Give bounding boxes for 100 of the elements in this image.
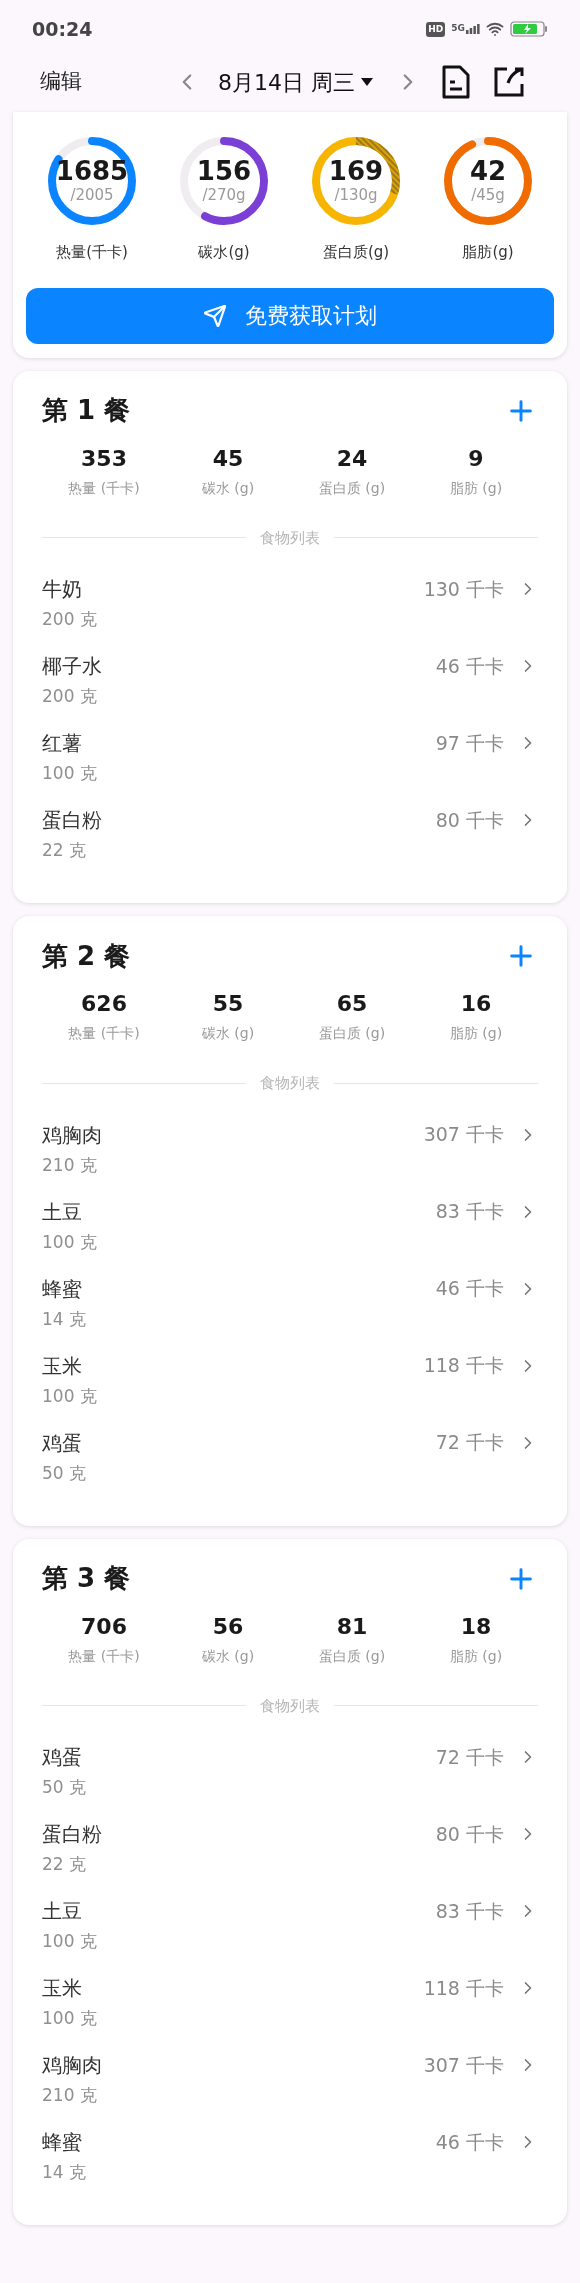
food-row[interactable]: 土豆 100 克 83 千卡 [42, 1891, 538, 1968]
food-name: 土豆 [42, 1898, 83, 1925]
food-amount: 200 克 [42, 608, 97, 631]
caret-icon [361, 78, 373, 86]
food-name: 玉米 [42, 1975, 83, 2002]
food-calories: 46 千卡 [435, 2129, 504, 2155]
ring-goal: /270g [202, 185, 246, 205]
food-amount: 14 克 [42, 2161, 87, 2184]
network-type: 5G [451, 24, 465, 33]
food-calories: 97 千卡 [435, 730, 504, 756]
food-row[interactable]: 牛奶 200 克 130 千卡 [42, 569, 538, 646]
food-name: 蛋白粉 [42, 807, 102, 834]
total-label: 碳水 (g) [201, 1024, 255, 1043]
share-button[interactable] [493, 66, 525, 98]
food-name: 土豆 [42, 1198, 83, 1226]
food-name: 椰子水 [42, 653, 102, 680]
food-row[interactable]: 鸡胸肉 210 克 307 千卡 [42, 2045, 538, 2122]
wifi-icon [486, 20, 504, 38]
food-amount: 210 克 [42, 1153, 98, 1177]
total-label: 碳水 (g) [201, 478, 255, 498]
signal-icon [466, 24, 480, 34]
food-row[interactable]: 鸡蛋 50 克 72 千卡 [42, 1737, 538, 1814]
total-label: 脂肪 (g) [449, 478, 503, 498]
food-amount: 200 克 [42, 685, 98, 708]
food-amount: 100 克 [42, 762, 97, 785]
food-amount: 100 克 [42, 1384, 97, 1408]
food-calories: 46 千卡 [435, 653, 504, 679]
food-calories: 307 千卡 [423, 2052, 504, 2078]
food-name: 鸡胸肉 [42, 2052, 102, 2079]
ring-value: 42 [469, 157, 507, 185]
total-value: 353 [81, 444, 127, 473]
food-calories: 80 千卡 [435, 1821, 504, 1847]
total-value: 81 [336, 1612, 368, 1641]
ring-label: 脂肪(g) [462, 242, 514, 263]
food-amount: 100 克 [42, 2007, 97, 2030]
food-calories: 83 千卡 [435, 1199, 504, 1225]
food-name: 牛奶 [42, 576, 83, 603]
food-calories: 72 千卡 [435, 1430, 504, 1456]
total-value: 45 [212, 444, 244, 473]
ring-label: 碳水(g) [198, 242, 250, 263]
ring-label: 热量(千卡) [56, 242, 128, 263]
ring-label: 蛋白质(g) [322, 242, 390, 263]
food-amount: 50 克 [42, 1776, 87, 1799]
meal-title: 第 1 餐 [42, 394, 131, 427]
food-calories: 46 千卡 [435, 1276, 504, 1302]
total-value: 16 [460, 990, 492, 1018]
food-calories: 130 千卡 [423, 576, 504, 602]
total-value: 56 [212, 1612, 244, 1641]
food-calories: 83 千卡 [435, 1898, 504, 1924]
food-amount: 100 克 [42, 1230, 97, 1254]
food-row[interactable]: 鸡胸肉 210 克 307 千卡 [42, 1114, 538, 1192]
total-value: 18 [460, 1612, 492, 1641]
ring-goal: /2005 [70, 185, 114, 205]
ring-value: 1685 [55, 157, 129, 185]
food-row[interactable]: 玉米 100 克 118 千卡 [42, 1968, 538, 2045]
food-amount: 14 克 [42, 1307, 87, 1331]
get-plan-button[interactable]: 免费获取计划 [26, 287, 554, 344]
food-list-title: 食物列表 [260, 527, 320, 549]
food-list-title: 食物列表 [260, 1695, 320, 1717]
document-icon [441, 65, 471, 99]
food-amount: 22 克 [42, 839, 88, 862]
food-name: 鸡胸肉 [42, 1121, 102, 1149]
food-row[interactable]: 土豆 100 克 83 千卡 [42, 1191, 538, 1269]
food-row[interactable]: 玉米 100 克 118 千卡 [42, 1345, 538, 1423]
total-value: 55 [212, 990, 244, 1018]
ring-value: 156 [196, 157, 252, 185]
food-row[interactable]: 鸡蛋 50 克 72 千卡 [42, 1422, 538, 1500]
total-value: 626 [81, 990, 127, 1018]
total-label: 脂肪 (g) [449, 1024, 503, 1043]
total-label: 碳水 (g) [201, 1646, 255, 1666]
food-row[interactable]: 红薯 100 克 97 千卡 [42, 723, 538, 800]
total-value: 706 [81, 1612, 127, 1641]
food-name: 鸡蛋 [42, 1429, 83, 1457]
food-name: 蛋白粉 [42, 1821, 102, 1848]
ring-goal: /130g [334, 185, 378, 205]
send-icon [203, 303, 227, 328]
food-name: 鸡蛋 [42, 1744, 83, 1771]
date-picker[interactable]: 8月14日 周三 [218, 65, 373, 99]
total-label: 热量 (千卡) [68, 1646, 140, 1666]
total-value: 9 [468, 444, 484, 473]
food-row[interactable]: 蛋白粉 22 克 80 千卡 [42, 1814, 538, 1891]
food-amount: 210 克 [42, 2084, 98, 2107]
hd-badge: HD [426, 21, 446, 37]
food-row[interactable]: 蜂蜜 14 克 46 千卡 [42, 1268, 538, 1346]
total-label: 脂肪 (g) [449, 1646, 503, 1666]
food-row[interactable]: 椰子水 200 克 46 千卡 [42, 646, 538, 723]
report-button[interactable] [441, 65, 471, 99]
total-value: 65 [336, 990, 368, 1018]
edit-button[interactable]: 编辑 [40, 66, 82, 98]
food-calories: 118 千卡 [423, 1353, 504, 1379]
total-value: 24 [336, 444, 368, 473]
food-calories: 72 千卡 [435, 1744, 504, 1770]
status-time: 00:24 [32, 16, 93, 42]
food-row[interactable]: 蜂蜜 14 克 46 千卡 [42, 2122, 538, 2199]
food-calories: 307 千卡 [423, 1122, 504, 1148]
food-amount: 50 克 [42, 1461, 87, 1485]
food-row[interactable]: 蛋白粉 22 克 80 千卡 [42, 800, 538, 877]
share-icon [493, 66, 525, 98]
total-label: 蛋白质 (g) [318, 1024, 386, 1043]
food-calories: 118 千卡 [423, 1975, 504, 2001]
